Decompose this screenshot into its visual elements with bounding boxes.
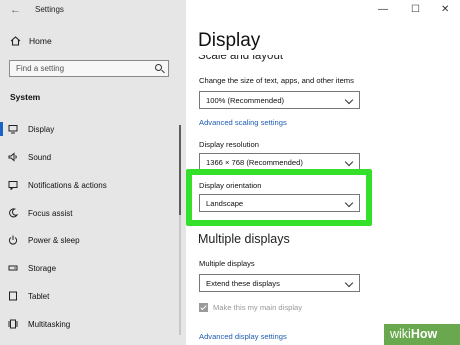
resolution-value: 1366 × 768 (Recommended) — [206, 158, 303, 167]
window-title: Settings — [35, 5, 64, 14]
sidebar-item-focus-assist[interactable]: Focus assist — [8, 206, 178, 220]
main-display-checkbox[interactable] — [199, 303, 208, 312]
maximize-icon[interactable]: ☐ — [411, 4, 420, 15]
power-icon — [8, 235, 18, 245]
sidebar-item-sound[interactable]: Sound — [8, 150, 178, 164]
sidebar-item-storage[interactable]: Storage — [8, 261, 178, 275]
close-icon[interactable]: ✕ — [441, 4, 449, 15]
moon-icon — [9, 208, 18, 218]
sidebar-item-display[interactable]: Display — [8, 122, 178, 136]
sidebar-scrollbar[interactable] — [179, 125, 181, 215]
scale-value: 100% (Recommended) — [206, 96, 285, 105]
sidebar-item-label: Display — [28, 124, 55, 134]
chevron-down-icon — [344, 278, 354, 288]
section-title-multiple-displays: Multiple displays — [198, 232, 290, 246]
section-label-system: System — [10, 92, 41, 102]
resolution-label: Display resolution — [199, 140, 259, 149]
multitasking-icon — [8, 319, 18, 329]
multiple-displays-label: Multiple displays — [199, 259, 255, 268]
search-input[interactable]: Find a setting — [9, 60, 169, 77]
page-title: Display — [198, 30, 261, 51]
sidebar-item-label: Multitasking — [28, 319, 71, 329]
highlight-box — [186, 169, 372, 226]
sidebar-item-tablet[interactable]: Tablet — [8, 289, 178, 303]
sidebar-item-label: Sound — [28, 152, 52, 162]
scale-dropdown[interactable]: 100% (Recommended) — [199, 91, 360, 109]
wikihow-watermark: wikiHow — [384, 324, 460, 345]
speaker-icon — [8, 152, 17, 162]
sidebar-item-notifications[interactable]: Notifications & actions — [8, 178, 178, 192]
advanced-display-link[interactable]: Advanced display settings — [199, 332, 287, 341]
search-placeholder: Find a setting — [16, 64, 65, 73]
back-arrow-icon[interactable]: ← — [10, 4, 21, 16]
sidebar-item-label: Power & sleep — [28, 235, 80, 245]
search-icon — [155, 64, 162, 71]
scale-label: Change the size of text, apps, and other… — [199, 76, 354, 85]
home-label: Home — [29, 36, 52, 46]
tablet-icon — [9, 291, 17, 301]
multiple-displays-dropdown[interactable]: Extend these displays — [199, 274, 360, 292]
sidebar-item-label: Storage — [28, 263, 57, 273]
notification-icon — [8, 181, 18, 190]
display-icon — [8, 125, 18, 134]
home-nav-item[interactable]: Home — [10, 36, 52, 46]
sidebar-item-multitasking[interactable]: Multitasking — [8, 317, 178, 331]
sidebar-item-label: Notifications & actions — [28, 180, 107, 190]
sidebar-item-label: Focus assist — [28, 208, 73, 218]
active-indicator — [0, 122, 3, 136]
chevron-down-icon — [344, 157, 354, 167]
home-icon — [10, 36, 21, 46]
storage-icon — [8, 265, 18, 271]
advanced-scaling-link[interactable]: Advanced scaling settings — [199, 118, 287, 127]
sidebar-item-power-sleep[interactable]: Power & sleep — [8, 233, 178, 247]
chevron-down-icon — [344, 95, 354, 105]
sidebar-item-label: Tablet — [28, 291, 50, 301]
minimize-icon[interactable]: — — [378, 4, 388, 15]
multiple-displays-value: Extend these displays — [206, 279, 280, 288]
main-display-label: Make this my main display — [213, 303, 303, 312]
